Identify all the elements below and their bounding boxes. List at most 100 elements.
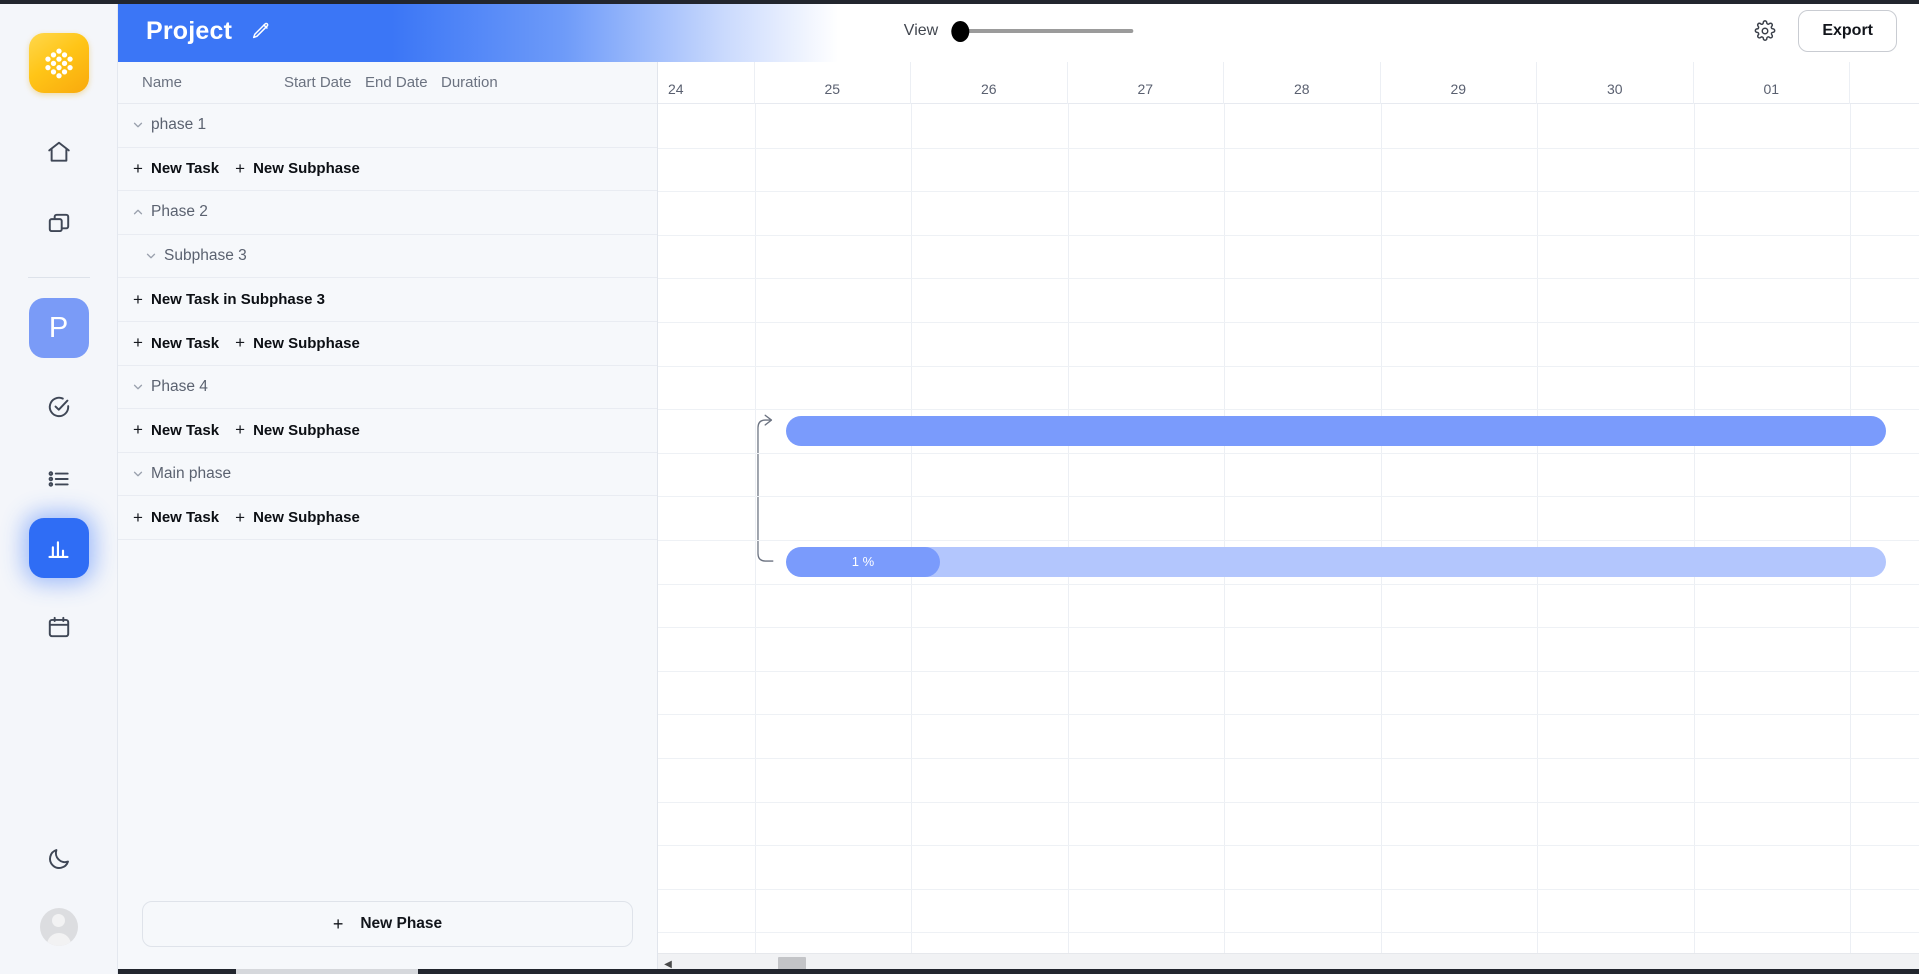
view-slider-group: View (903, 20, 1134, 42)
grid-horizontal-line (658, 801, 1919, 803)
add-new-subphase-button[interactable]: + New Subphase (227, 420, 360, 440)
grid-horizontal-line (658, 365, 1919, 367)
gantt-grid[interactable]: 1 % (658, 104, 1919, 974)
add-new-task-button[interactable]: + New Task (125, 333, 219, 353)
phase-name: Phase 2 (151, 203, 208, 221)
column-header-start-date: Start Date (284, 74, 352, 91)
plus-icon: + (235, 158, 246, 178)
sidebar-item-workspace[interactable]: P (28, 298, 89, 358)
timeline-day-label: 01 (1694, 62, 1850, 104)
phase-row[interactable]: Main phase (118, 452, 657, 497)
grid-horizontal-line (658, 714, 1919, 716)
window-top-strip (0, 0, 1919, 4)
moon-icon[interactable] (28, 828, 90, 890)
chevron-down-icon[interactable] (125, 118, 151, 132)
new-phase-label: New Phase (360, 915, 443, 932)
chevron-up-icon[interactable] (125, 205, 151, 219)
plus-icon: + (133, 158, 143, 178)
grid-horizontal-line (658, 888, 1919, 890)
view-label: View (903, 22, 939, 39)
task-table-pane: Name Start Date End Date Duration phase … (118, 62, 658, 974)
copy-icon[interactable] (28, 193, 90, 255)
action-row: + New Task + New Subphase (118, 409, 657, 453)
list-icon[interactable] (28, 448, 90, 510)
action-row: + New Task + New Subphase (118, 321, 657, 366)
gantt-pane[interactable]: 24 25 26 27 28 29 30 01 1 % (658, 62, 1919, 974)
calendar-icon[interactable] (28, 596, 90, 658)
task-bar-1[interactable] (786, 416, 1886, 446)
slider-thumb[interactable] (951, 20, 970, 42)
action-label: New Task (151, 160, 220, 178)
user-avatar[interactable] (39, 908, 78, 946)
add-new-task-button[interactable]: + New Task (125, 159, 219, 179)
phase-row[interactable]: Phase 4 (118, 365, 657, 410)
plus-icon: + (133, 289, 143, 309)
grid-horizontal-line (658, 758, 1919, 759)
top-bar-actions: Export (1754, 10, 1897, 52)
action-label: New Subphase (253, 160, 360, 178)
column-header-name: Name (142, 74, 183, 91)
timeline-day-label: 27 (1068, 62, 1224, 104)
phase-row[interactable]: phase 1 (118, 104, 657, 148)
phase-row[interactable]: Subphase 3 (118, 234, 657, 279)
action-label: New Task (151, 509, 220, 527)
add-new-task-button[interactable]: + New Task (125, 508, 219, 528)
phase-row[interactable]: Phase 2 (118, 191, 657, 235)
add-new-task-in-subphase-3-button[interactable]: + New Task in Subphase 3 (125, 290, 325, 310)
plus-icon: + (235, 333, 246, 353)
slider-track (951, 29, 1134, 33)
chevron-down-icon[interactable] (138, 249, 164, 263)
action-row: + New Task + New Subphase (118, 496, 657, 540)
grid-horizontal-line (658, 147, 1919, 149)
plus-icon: + (133, 420, 143, 440)
action-label: New Task (151, 421, 220, 439)
timeline-day-label: 26 (911, 62, 1068, 104)
new-phase-wrap: + New Phase (142, 901, 633, 947)
grid-horizontal-line (658, 845, 1919, 847)
sidebar-divider (27, 277, 90, 278)
task-bar-2[interactable]: 1 % (786, 546, 1886, 577)
column-header-end-date: End Date (365, 74, 428, 91)
grid-horizontal-line (658, 322, 1919, 323)
timeline-day-label: 25 (755, 62, 911, 104)
sidebar-item-gantt[interactable] (28, 518, 89, 578)
grid-horizontal-line (658, 496, 1919, 498)
add-new-subphase-button[interactable]: + New Subphase (227, 508, 360, 528)
add-new-task-button[interactable]: + New Task (125, 420, 219, 440)
action-label: New Subphase (253, 421, 360, 439)
scroll-left-arrow[interactable]: ◀ (658, 959, 678, 970)
grid-horizontal-line (658, 234, 1919, 236)
grid-horizontal-line (658, 191, 1919, 193)
new-phase-button[interactable]: + New Phase (142, 901, 633, 947)
gear-icon[interactable] (1754, 20, 1776, 42)
plus-icon: + (133, 333, 143, 353)
add-new-subphase-button[interactable]: + New Subphase (227, 333, 360, 353)
home-icon[interactable] (28, 121, 90, 183)
action-label: New Task (151, 334, 220, 352)
action-label: New Subphase (253, 509, 360, 527)
plus-icon: + (235, 420, 246, 440)
content-split: Name Start Date End Date Duration phase … (118, 62, 1919, 974)
chevron-down-icon[interactable] (125, 380, 151, 394)
export-button[interactable]: Export (1798, 10, 1897, 52)
phase-name: Phase 4 (151, 377, 208, 395)
chevron-down-icon[interactable] (125, 467, 151, 481)
grid-horizontal-line (658, 627, 1919, 629)
progress-fill: 1 % (786, 546, 940, 577)
check-circle-icon[interactable] (28, 376, 90, 438)
pencil-icon[interactable] (251, 22, 270, 41)
sidebar: P (0, 0, 118, 974)
view-zoom-slider[interactable] (951, 20, 1134, 42)
honeycomb-logo[interactable] (28, 33, 89, 93)
grid-horizontal-line (658, 278, 1919, 280)
progress-label: 1 % (851, 554, 875, 570)
workspace-initial: P (48, 311, 69, 344)
timeline-day-label: 29 (1381, 62, 1537, 104)
grid-horizontal-line (658, 452, 1919, 454)
top-bar: Project View Export (118, 0, 1919, 62)
phase-name: Subphase 3 (164, 247, 247, 265)
add-new-subphase-button[interactable]: + New Subphase (227, 159, 360, 179)
sidebar-bottom-group (0, 818, 117, 946)
phase-name: Main phase (151, 465, 232, 483)
gantt-timeline-header: 24 25 26 27 28 29 30 01 (658, 62, 1919, 104)
